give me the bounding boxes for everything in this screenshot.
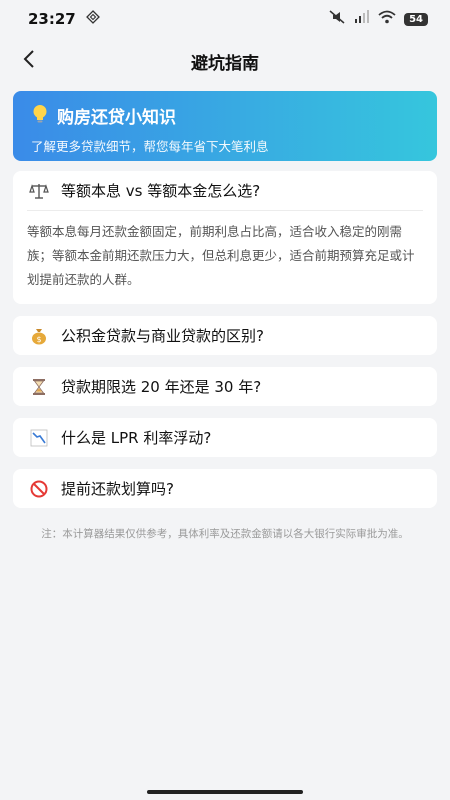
- chart-down-icon: [29, 429, 49, 447]
- money-bag-icon: $: [29, 327, 49, 345]
- banner-subtitle: 了解更多贷款细节，帮您每年省下大笔利息: [31, 139, 269, 154]
- disclaimer-note: 注：本计算器结果仅供参考，具体利率及还款金额请以各大银行实际审批为准。: [41, 528, 409, 540]
- faq-card: 等额本息 vs 等额本金怎么选? 等额本息每月还款金额固定，前期利息占比高，适合…: [13, 171, 437, 304]
- faq-question: 贷款期限选 20 年还是 30 年?: [61, 378, 262, 396]
- faq-card[interactable]: 提前还款划算吗?: [13, 469, 437, 508]
- faq-question-row[interactable]: 等额本息 vs 等额本金怎么选?: [13, 171, 437, 210]
- faq-question-row[interactable]: 什么是 LPR 利率浮动?: [13, 418, 437, 457]
- back-button[interactable]: [14, 46, 44, 76]
- nfc-icon: [85, 10, 100, 28]
- faq-question-row[interactable]: 贷款期限选 20 年还是 30 年?: [13, 367, 437, 406]
- faq-card[interactable]: $ 公积金贷款与商业贷款的区别?: [13, 316, 437, 355]
- signal-icon: [354, 10, 370, 28]
- faq-question: 提前还款划算吗?: [61, 480, 174, 498]
- chevron-left-icon: [22, 49, 36, 73]
- knowledge-banner: 购房还贷小知识 了解更多贷款细节，帮您每年省下大笔利息: [13, 91, 437, 161]
- wifi-icon: [378, 10, 396, 28]
- home-indicator[interactable]: [147, 790, 303, 794]
- status-left: 23:27: [28, 10, 100, 28]
- banner-title: 购房还贷小知识: [57, 108, 176, 128]
- lightbulb-icon: [31, 104, 49, 128]
- page-title: 避坑指南: [191, 53, 259, 74]
- faq-question-row[interactable]: 提前还款划算吗?: [13, 469, 437, 508]
- faq-question: 公积金贷款与商业贷款的区别?: [61, 327, 264, 345]
- faq-card[interactable]: 什么是 LPR 利率浮动?: [13, 418, 437, 457]
- scales-icon: [29, 182, 49, 200]
- mute-icon: [328, 10, 346, 28]
- hourglass-icon: [29, 378, 49, 396]
- faq-answer: 等额本息每月还款金额固定，前期利息占比高，适合收入稳定的刚需族；等额本金前期还款…: [27, 224, 415, 287]
- app-header: 避坑指南: [0, 38, 450, 84]
- faq-question: 等额本息 vs 等额本金怎么选?: [61, 182, 261, 200]
- faq-card[interactable]: 贷款期限选 20 年还是 30 年?: [13, 367, 437, 406]
- prohibited-icon: [29, 480, 49, 498]
- status-right: 54: [328, 10, 428, 28]
- status-time: 23:27: [28, 10, 76, 28]
- faq-question: 什么是 LPR 利率浮动?: [61, 429, 212, 447]
- banner-title-row: 购房还贷小知识: [31, 103, 419, 128]
- faq-question-row[interactable]: $ 公积金贷款与商业贷款的区别?: [13, 316, 437, 355]
- status-bar: 23:27 54: [0, 0, 450, 38]
- battery-indicator: 54: [404, 12, 428, 26]
- svg-text:$: $: [36, 335, 41, 344]
